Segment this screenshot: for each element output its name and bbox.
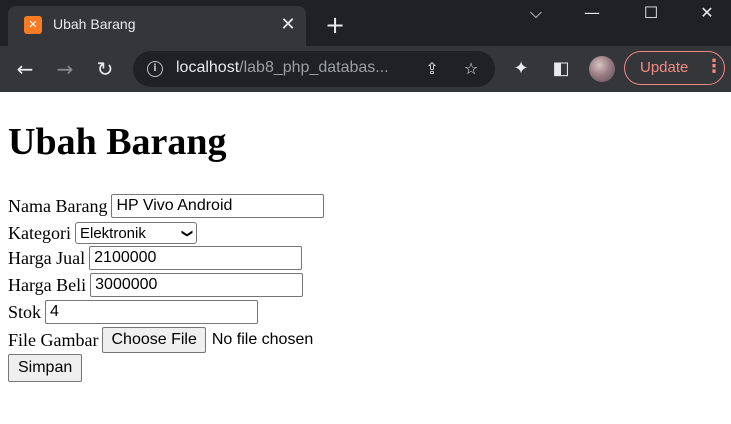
kategori-row: Kategori Elektronik ❯ xyxy=(8,220,197,246)
stok-input[interactable] xyxy=(45,300,259,324)
page-title: Ubah Barang xyxy=(8,121,227,163)
tab-search-chevron-icon[interactable]: ⌵ xyxy=(512,0,560,26)
harga-beli-row: Harga Beli xyxy=(8,272,304,298)
address-bar[interactable]: i localhost/lab8_php_databas... ⇪ ☆ xyxy=(133,51,495,87)
browser-titlebar: ✕ Ubah Barang ✕ + ⌵ — ☐ ✕ xyxy=(0,0,731,46)
file-status: No file chosen xyxy=(211,331,314,348)
gambar-label: File Gambar xyxy=(8,329,99,350)
gambar-row: File Gambar Choose File No file chosen xyxy=(8,327,313,353)
forward-icon[interactable]: → xyxy=(50,54,80,84)
tab-close-icon[interactable]: ✕ xyxy=(276,13,300,37)
stok-label: Stok xyxy=(8,301,42,322)
update-button[interactable]: Update ⋮ xyxy=(624,51,725,85)
harga-beli-label: Harga Beli xyxy=(8,274,87,295)
back-icon[interactable]: ← xyxy=(10,54,40,84)
menu-kebab-icon[interactable]: ⋮ xyxy=(705,56,723,77)
nama-row: Nama Barang xyxy=(8,193,325,219)
nama-input[interactable] xyxy=(111,194,325,218)
share-icon[interactable]: ⇪ xyxy=(420,57,444,81)
kategori-label: Kategori xyxy=(8,222,71,243)
update-label: Update xyxy=(640,59,689,76)
harga-jual-input[interactable] xyxy=(89,246,303,270)
harga-beli-input[interactable] xyxy=(90,273,304,297)
nama-label: Nama Barang xyxy=(8,195,108,216)
close-window-icon[interactable]: ✕ xyxy=(683,0,731,26)
choose-file-button[interactable]: Choose File xyxy=(102,327,206,353)
simpan-button[interactable]: Simpan xyxy=(8,354,83,382)
side-panel-icon[interactable]: ◧ xyxy=(548,55,574,83)
maximize-icon[interactable]: ☐ xyxy=(627,0,675,26)
url-text[interactable]: localhost/lab8_php_databas... xyxy=(176,59,389,77)
tab-title: Ubah Barang xyxy=(53,16,136,32)
page-content: Ubah Barang Nama Barang Kategori Elektro… xyxy=(0,92,731,424)
profile-avatar[interactable] xyxy=(589,56,615,82)
chevron-down-icon: ❯ xyxy=(180,228,194,238)
bookmark-star-icon[interactable]: ☆ xyxy=(459,57,483,81)
minimize-icon[interactable]: — xyxy=(568,0,616,26)
harga-jual-label: Harga Jual xyxy=(8,247,86,268)
extensions-puzzle-icon[interactable]: ✦ xyxy=(508,55,534,83)
stok-row: Stok xyxy=(8,299,259,325)
browser-tab[interactable]: ✕ Ubah Barang ✕ xyxy=(8,6,306,46)
site-info-icon[interactable]: i xyxy=(147,61,163,77)
kategori-selected-value: Elektronik xyxy=(79,224,146,242)
browser-toolbar: ← → ↻ i localhost/lab8_php_databas... ⇪ … xyxy=(0,46,731,92)
xampp-favicon-icon: ✕ xyxy=(24,16,42,34)
kategori-select[interactable]: Elektronik ❯ xyxy=(74,222,197,244)
harga-jual-row: Harga Jual xyxy=(8,245,303,271)
reload-icon[interactable]: ↻ xyxy=(90,54,120,84)
new-tab-icon[interactable]: + xyxy=(320,12,350,38)
